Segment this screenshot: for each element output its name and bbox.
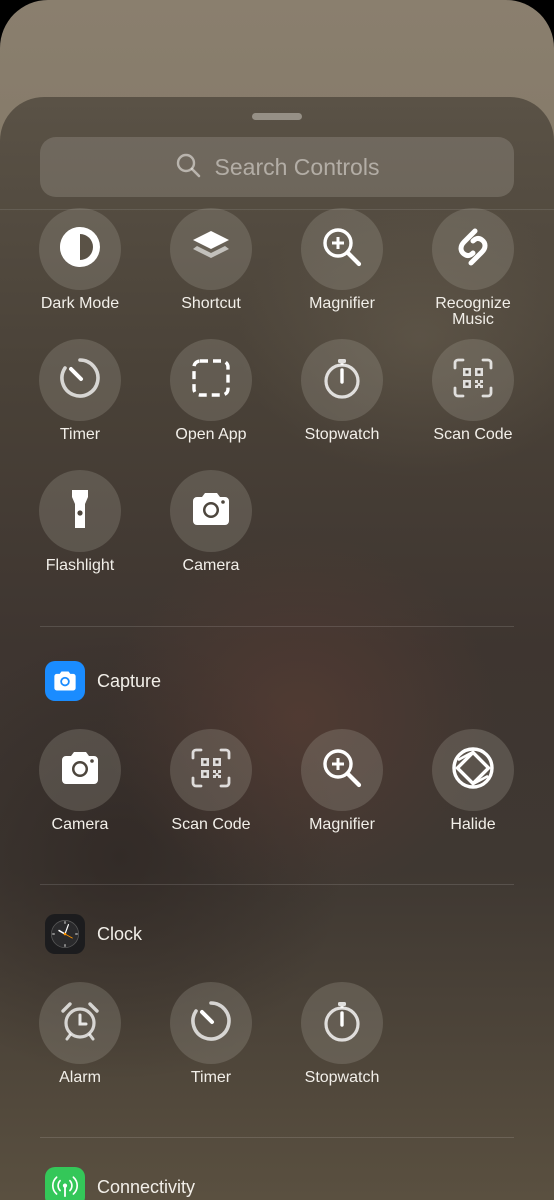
control-label: Shortcut (181, 295, 241, 312)
open-app-dashed-square-icon (189, 356, 233, 405)
stopwatch-icon (320, 999, 364, 1048)
search-controls-field[interactable]: Search Controls (40, 137, 514, 197)
stopwatch-icon (320, 356, 364, 405)
control-label: Scan Code (171, 816, 251, 833)
control-label: Camera (51, 816, 109, 833)
section-header-capture: Capture (45, 661, 161, 701)
control-timer[interactable]: Timer (146, 982, 276, 1086)
control-stopwatch[interactable]: Stopwatch (277, 339, 407, 443)
control-button[interactable] (301, 982, 383, 1064)
search-placeholder: Search Controls (214, 153, 380, 180)
controls-gallery-sheet[interactable]: Search Controls Dark Mode Shortcut Magni… (0, 97, 554, 1200)
screen: Search Controls Dark Mode Shortcut Magni… (0, 0, 554, 1200)
control-label: Timer (190, 1069, 232, 1086)
section-header-connectivity: Connectivity (45, 1167, 195, 1200)
control-shortcut[interactable]: Shortcut (146, 208, 276, 312)
timer-icon (58, 356, 102, 405)
search-icon (175, 152, 201, 183)
qr-code-icon (189, 746, 233, 795)
control-button[interactable] (170, 208, 252, 290)
control-label: Halide (450, 816, 496, 833)
control-magnifier[interactable]: Magnifier (277, 729, 407, 833)
control-timer[interactable]: Timer (15, 339, 145, 443)
control-scan-code[interactable]: Scan Code (408, 339, 538, 443)
halide-aperture-icon (451, 746, 495, 795)
control-label: Magnifier (309, 816, 375, 833)
control-button[interactable] (39, 729, 121, 811)
section-divider (40, 626, 514, 627)
connectivity-app-icon (45, 1167, 85, 1200)
control-label: Alarm (59, 1069, 101, 1086)
section-divider (40, 884, 514, 885)
camera-icon (58, 746, 102, 795)
section-title: Connectivity (97, 1176, 196, 1197)
control-button[interactable] (432, 339, 514, 421)
control-button[interactable] (39, 208, 121, 290)
control-label: Stopwatch (304, 426, 380, 443)
camera-app-icon (45, 661, 85, 701)
dark-mode-icon (58, 225, 102, 274)
control-magnifier[interactable]: Magnifier (277, 208, 407, 312)
control-label: Magnifier (309, 295, 375, 312)
control-button[interactable] (170, 339, 252, 421)
control-button[interactable] (432, 729, 514, 811)
timer-icon (189, 999, 233, 1048)
qr-code-icon (451, 356, 495, 405)
magnifier-icon (320, 746, 364, 795)
control-label: Stopwatch (304, 1069, 380, 1086)
clock-app-icon (45, 914, 85, 954)
control-label: Open App (175, 426, 247, 443)
section-title: Capture (97, 670, 162, 691)
shortcuts-layers-icon (189, 225, 233, 274)
control-button[interactable] (432, 208, 514, 290)
camera-icon (189, 487, 233, 536)
control-button[interactable] (39, 339, 121, 421)
control-dark-mode[interactable]: Dark Mode (15, 208, 145, 312)
control-halide[interactable]: Halide (408, 729, 538, 833)
control-camera[interactable]: Camera (146, 470, 276, 574)
control-flashlight[interactable]: Flashlight (15, 470, 145, 574)
flashlight-icon (58, 487, 102, 536)
control-button[interactable] (39, 982, 121, 1064)
control-button[interactable] (39, 470, 121, 552)
sheet-grabber[interactable] (252, 113, 302, 120)
control-label: Camera (182, 557, 240, 574)
control-open-app[interactable]: Open App (146, 339, 276, 443)
control-button[interactable] (301, 339, 383, 421)
control-button[interactable] (301, 208, 383, 290)
section-title: Clock (97, 923, 143, 944)
control-alarm[interactable]: Alarm (15, 982, 145, 1086)
control-label: Scan Code (433, 426, 513, 443)
control-stopwatch[interactable]: Stopwatch (277, 982, 407, 1086)
control-label: Recognize Music (435, 295, 511, 328)
control-label: Timer (59, 426, 101, 443)
control-label: Flashlight (45, 557, 115, 574)
control-button[interactable] (170, 470, 252, 552)
control-camera[interactable]: Camera (15, 729, 145, 833)
control-button[interactable] (301, 729, 383, 811)
control-scan-code[interactable]: Scan Code (146, 729, 276, 833)
control-button[interactable] (170, 982, 252, 1064)
shazam-icon (451, 225, 495, 274)
control-recognize-music[interactable]: Recognize Music (408, 208, 538, 328)
control-label: Dark Mode (40, 295, 120, 312)
magnifier-icon (320, 225, 364, 274)
alarm-icon (58, 999, 102, 1048)
section-header-clock: Clock (45, 914, 142, 954)
section-divider (40, 1137, 514, 1138)
control-button[interactable] (170, 729, 252, 811)
